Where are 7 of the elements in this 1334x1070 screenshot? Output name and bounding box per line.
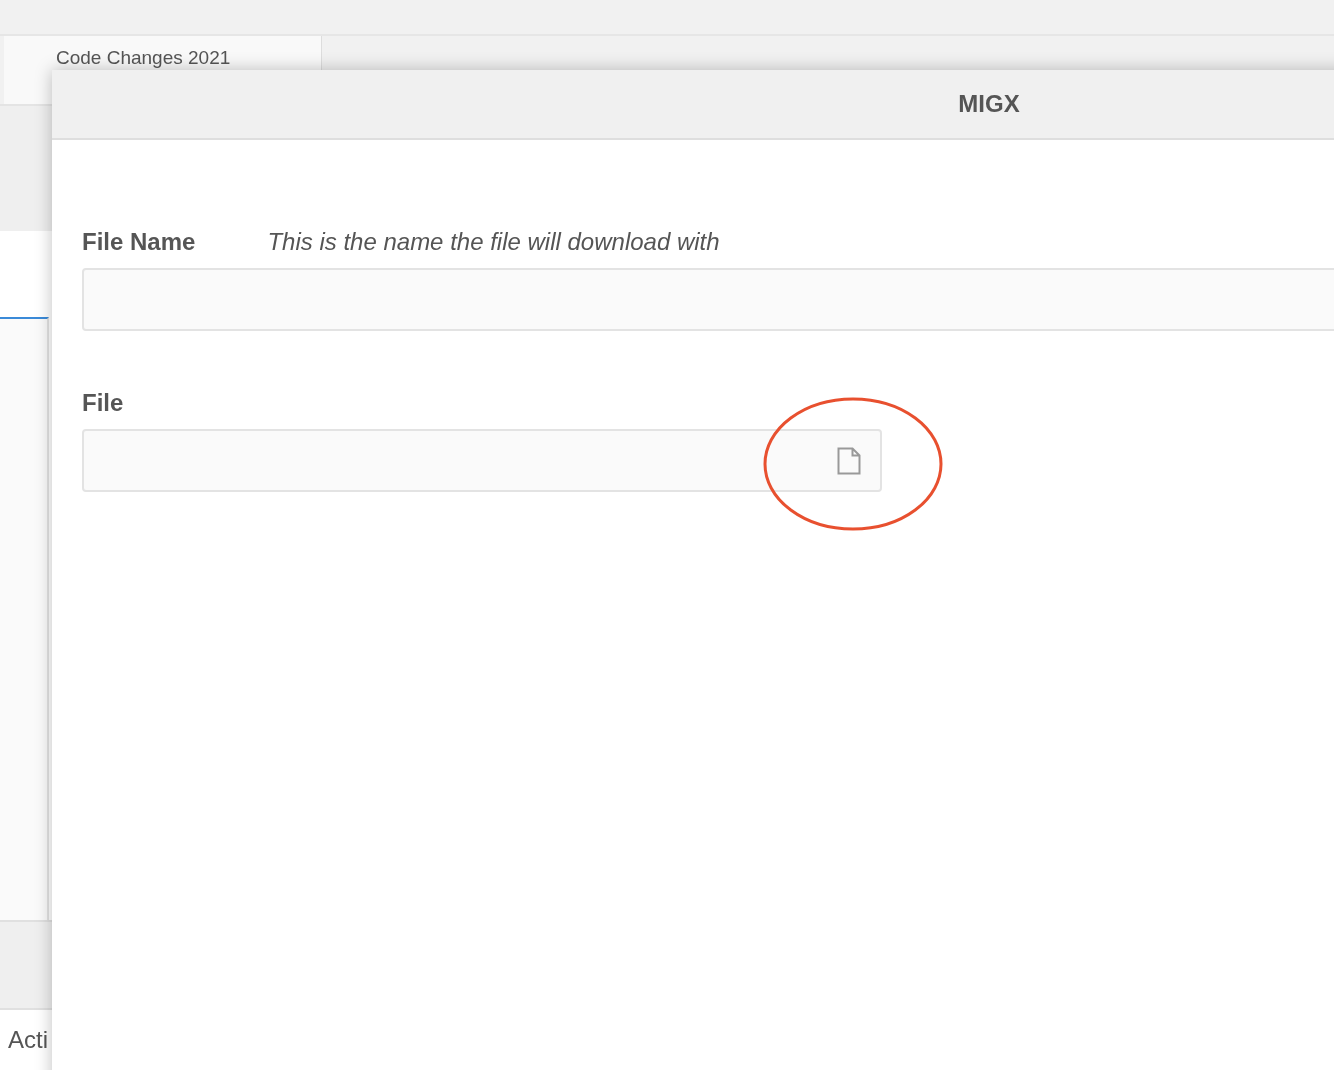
field-label: File Name [82, 228, 196, 256]
file-icon[interactable] [837, 446, 861, 475]
field-label: File [82, 389, 124, 417]
modal-title: MIGX [52, 70, 1334, 140]
file-field[interactable] [82, 429, 882, 492]
field-hint: This is the name the file will download with [267, 228, 720, 256]
action-label: Acti [8, 1026, 48, 1054]
